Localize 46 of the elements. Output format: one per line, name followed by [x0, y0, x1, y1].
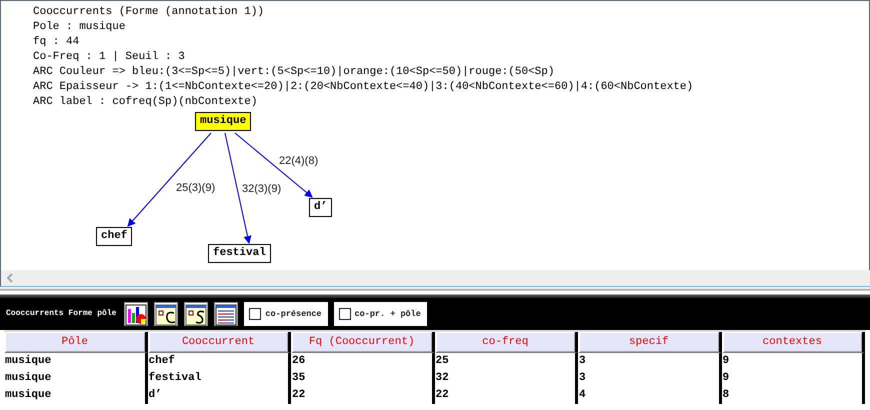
table-cell: 26	[291, 353, 434, 370]
table-c-icon	[155, 304, 178, 326]
toolbar-button[interactable]	[214, 302, 238, 326]
table-cell: 9	[722, 370, 865, 387]
edge-label: 32(3)(9)	[242, 182, 282, 197]
table-s-icon	[185, 304, 208, 326]
table-cell: 3	[578, 370, 722, 387]
graph-node[interactable]: festival	[208, 244, 271, 263]
info-line: ARC label : cofreq(Sp)(nbContexte)	[33, 95, 258, 110]
toolbar-button[interactable]	[184, 302, 208, 326]
info-line: fq : 44	[33, 35, 80, 50]
info-line: Cooccurrents (Forme (annotation 1))	[33, 5, 266, 20]
table-cell: 8	[722, 387, 865, 404]
table-cell: 22	[434, 387, 578, 404]
info-line: ARC Epaisseur -> 1:(1<=NbContexte<=20)|2:(20<NbContexte<=40)|3:(40<NbContexte<=60)|4:(60<NbContexte)	[33, 80, 694, 95]
graph-node[interactable]: d’	[309, 198, 332, 217]
graph-node[interactable]: musique	[195, 112, 252, 131]
splitter-bar[interactable]	[0, 287, 870, 298]
table-cell: chef	[148, 353, 291, 370]
table-cell: musique	[4, 387, 148, 404]
table-cell: 22	[291, 387, 434, 404]
table-cell: 35	[291, 370, 434, 387]
table-cell: musique	[4, 370, 148, 387]
info-line: Pole : musique	[33, 20, 126, 35]
info-line: ARC Couleur => bleu:(3<=Sp<=5)|vert:(5<Sp<=10)|orange:(10<Sp<=50)|rouge:(50<Sp)	[33, 65, 556, 80]
table-cell: musique	[4, 353, 148, 370]
checkbox-option[interactable]: co-présence	[244, 302, 328, 326]
info-line: Co-Freq : 1 | Seuil : 3	[33, 50, 186, 65]
edge-label: 25(3)(9)	[176, 181, 216, 196]
edge-label: 22(4)(8)	[279, 154, 318, 169]
table-cell: 9	[722, 353, 865, 370]
list-icon	[215, 304, 238, 326]
table-cell: festival	[148, 370, 291, 387]
table-cell: d’	[148, 387, 291, 404]
graph-node[interactable]: chef	[96, 227, 132, 246]
checkbox-option[interactable]: co-pr. + pôle	[334, 302, 427, 326]
table-cell: 32	[434, 370, 578, 387]
table-cell: 3	[578, 353, 722, 370]
toolbar-button[interactable]	[124, 302, 148, 326]
toolbar-title: Cooccurrents Forme pôle	[6, 308, 116, 320]
checkbox[interactable]	[338, 308, 351, 320]
chart-icon	[125, 304, 148, 326]
checkbox[interactable]	[249, 308, 262, 320]
table-cell: 25	[434, 353, 578, 370]
toolbar-button[interactable]	[154, 302, 178, 326]
table-cell: 4	[578, 387, 722, 404]
